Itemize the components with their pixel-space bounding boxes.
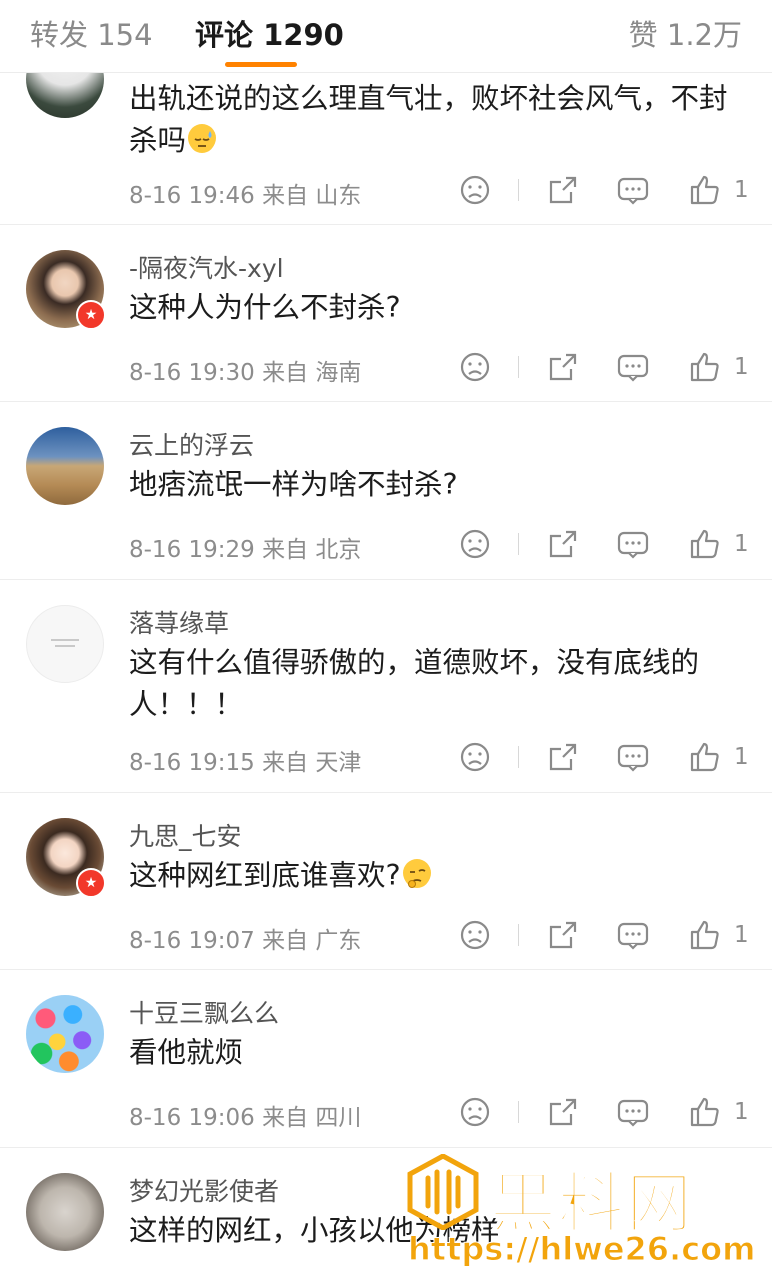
username[interactable]: 十豆三飘么么 [129, 994, 279, 1030]
username[interactable]: 梦幻光影使者 [129, 1172, 279, 1208]
tab-repost[interactable]: 转发 154 [30, 12, 153, 54]
frown-face-icon[interactable] [458, 740, 492, 774]
share-icon[interactable] [546, 173, 580, 207]
comment-bubble-icon[interactable] [616, 1095, 650, 1129]
tab-comments[interactable]: 评论 1290 [195, 12, 344, 67]
frown-face-icon[interactable] [458, 1095, 492, 1129]
divider [518, 356, 519, 378]
share-icon[interactable] [546, 1095, 580, 1129]
comment-meta: 8-16 19:29 来自 北京 [129, 537, 362, 563]
thumb-up-icon[interactable] [688, 527, 722, 561]
verified-badge-icon: ★ [76, 868, 106, 898]
verified-badge-icon: ★ [76, 300, 106, 330]
comment-meta: 8-16 19:06 来自 四川 [129, 1105, 362, 1131]
divider [518, 533, 519, 555]
avatar[interactable] [26, 427, 104, 505]
comment-bubble-icon[interactable] [616, 918, 650, 952]
like-count: 1 [734, 531, 749, 557]
divider [518, 1101, 519, 1123]
username[interactable]: 云上的浮云 [129, 426, 254, 462]
share-icon[interactable] [546, 918, 580, 952]
comment-meta: 8-16 19:30 来自 海南 [129, 360, 362, 386]
thumb-up-icon[interactable] [688, 918, 722, 952]
comment-bubble-icon[interactable] [616, 173, 650, 207]
site-watermark: 黑料网 https://hlwe26.com [404, 1150, 770, 1278]
like-count: 1 [734, 922, 749, 948]
thinking-face-icon [402, 859, 431, 888]
share-icon[interactable] [546, 740, 580, 774]
share-icon[interactable] [546, 527, 580, 561]
comment-item[interactable]: ★ 九思_七安 这种网红到底谁喜欢? 8-16 19:07 来自 广东 1 [0, 793, 772, 970]
comment-text: 这种网红到底谁喜欢? [129, 855, 729, 897]
thumb-up-icon[interactable] [688, 1095, 722, 1129]
username[interactable]: 落荨缘草 [129, 604, 229, 640]
like-count: 1 [734, 744, 749, 770]
comment-actions: 1 [458, 350, 749, 384]
comment-tabs: 转发 154 评论 1290 赞 1.2万 [0, 0, 772, 73]
share-icon[interactable] [546, 350, 580, 384]
username[interactable]: 九思_七安 [129, 817, 242, 853]
comment-actions: 1 [458, 1095, 749, 1129]
avatar[interactable] [26, 1173, 104, 1251]
comment-bubble-icon[interactable] [616, 350, 650, 384]
frown-face-icon[interactable] [458, 350, 492, 384]
like-count: 1 [734, 1099, 749, 1125]
avatar[interactable] [26, 605, 104, 683]
thumb-up-icon[interactable] [688, 350, 722, 384]
comment-meta: 8-16 19:46 来自 山东 [129, 183, 362, 209]
divider [518, 924, 519, 946]
comment-meta: 8-16 19:07 来自 广东 [129, 928, 362, 954]
thumb-up-icon[interactable] [688, 173, 722, 207]
comment-item[interactable]: ★ -隔夜汽水-xyl 这种人为什么不封杀? 8-16 19:30 来自 海南 … [0, 225, 772, 402]
watermark-url: https://hlwe26.com [408, 1230, 756, 1269]
comment-bubble-icon[interactable] [616, 740, 650, 774]
comment-item[interactable]: 落荨缘草 这有什么值得骄傲的，道德败坏，没有底线的人！！！ 8-16 19:15… [0, 580, 772, 793]
comment-bubble-icon[interactable] [616, 527, 650, 561]
sweat-face-icon [188, 124, 217, 153]
comment-actions: 1 [458, 918, 749, 952]
thumb-up-icon[interactable] [688, 740, 722, 774]
comment-text: 地痞流氓一样为啥不封杀? [129, 468, 458, 501]
comment-actions: 1 [458, 173, 749, 207]
like-count: 1 [734, 354, 749, 380]
comment-item[interactable]: 十豆三飘么么 看他就烦 8-16 19:06 来自 四川 1 [0, 970, 772, 1148]
comment-text: 看他就烦 [129, 1036, 244, 1069]
like-count: 1 [734, 177, 749, 203]
frown-face-icon[interactable] [458, 173, 492, 207]
comment-text: 这有什么值得骄傲的，道德败坏，没有底线的人！！！ [129, 646, 700, 721]
frown-face-icon[interactable] [458, 918, 492, 952]
tab-likes[interactable]: 赞 1.2万 [629, 12, 742, 54]
frown-face-icon[interactable] [458, 527, 492, 561]
divider [518, 179, 519, 201]
watermark-logo-icon [407, 1154, 479, 1230]
comment-text: 出轨还说的这么理直气壮，败坏社会风气，不封杀吗 [129, 82, 728, 157]
comment-text: 这种人为什么不封杀? [129, 291, 401, 324]
comment-meta: 8-16 19:15 来自 天津 [129, 750, 362, 776]
active-tab-indicator [225, 62, 297, 67]
divider [518, 746, 519, 768]
username[interactable]: -隔夜汽水-xyl [129, 249, 284, 285]
comment-actions: 1 [458, 740, 749, 774]
comment-item[interactable]: 云上的浮云 地痞流氓一样为啥不封杀? 8-16 19:29 来自 北京 1 [0, 402, 772, 580]
avatar[interactable] [26, 995, 104, 1073]
comment-actions: 1 [458, 527, 749, 561]
tab-comments-label: 评论 1290 [195, 18, 344, 52]
